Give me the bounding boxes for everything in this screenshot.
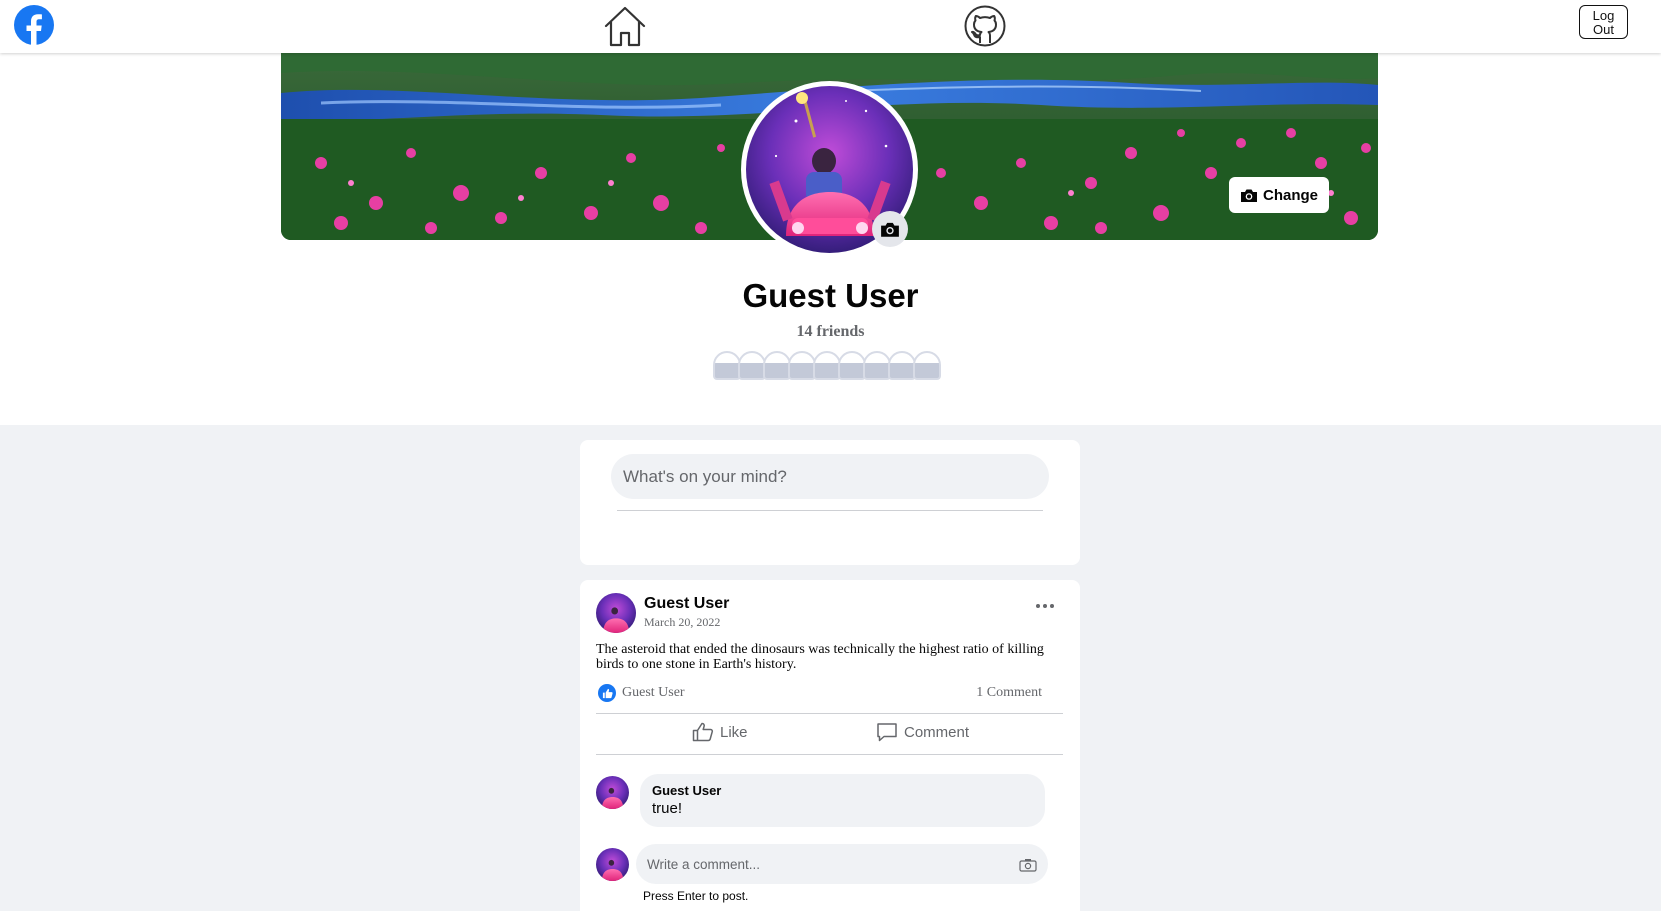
like-button[interactable]: Like (692, 722, 748, 742)
friend-avatar[interactable] (788, 351, 816, 380)
profile-name: Guest User (742, 277, 919, 314)
like-summary[interactable]: Guest User (598, 684, 685, 702)
friend-avatar[interactable] (888, 351, 916, 380)
logout-button[interactable]: Log Out (1579, 5, 1628, 39)
friend-avatar[interactable] (863, 351, 891, 380)
liked-by-text: Guest User (622, 685, 685, 700)
post-date: March 20, 2022 (644, 615, 721, 629)
logout-label-line1: Log (1592, 8, 1615, 23)
avatar-camera-button[interactable] (872, 211, 908, 247)
comment-text: true! (652, 800, 683, 817)
thumbs-up-icon (692, 722, 714, 742)
facebook-logo-icon[interactable] (13, 4, 55, 46)
friend-avatar[interactable] (763, 351, 791, 380)
comment-icon (877, 723, 897, 742)
current-user-avatar[interactable] (596, 848, 629, 881)
composer-divider (617, 510, 1043, 511)
composer-input[interactable] (611, 454, 1049, 499)
post-text: The asteroid that ended the dinosaurs wa… (596, 642, 1044, 672)
post-card: Guest User March 20, 2022 The asteroid t… (580, 580, 1080, 911)
comment-bubble: Guest User true! (640, 774, 1045, 827)
post-action-bar: Like Comment (596, 713, 1063, 755)
write-comment-input[interactable] (636, 844, 1048, 884)
github-icon[interactable] (963, 4, 1007, 48)
comment-label: Comment (904, 723, 970, 741)
home-icon[interactable] (602, 4, 648, 48)
friend-avatar[interactable] (838, 351, 866, 380)
friends-count[interactable]: 14 friends (0, 323, 1661, 341)
change-cover-button[interactable]: Change (1229, 177, 1329, 213)
like-label: Like (720, 723, 748, 741)
friend-avatar[interactable] (913, 351, 941, 380)
logout-label-line2: Out (1593, 22, 1614, 37)
camera-icon (881, 222, 899, 237)
more-dots-icon[interactable] (1030, 598, 1060, 614)
post-author-name[interactable]: Guest User (644, 595, 729, 613)
comment-button[interactable]: Comment (876, 722, 969, 742)
comment-count[interactable]: 1 Comment (976, 685, 1042, 701)
comment-author-avatar[interactable] (596, 776, 629, 809)
friend-avatar[interactable] (738, 351, 766, 380)
friend-avatar[interactable] (713, 351, 741, 380)
press-enter-hint: Press Enter to post. (643, 889, 749, 903)
comment-author-name[interactable]: Guest User (652, 783, 1045, 798)
camera-icon (1240, 189, 1257, 202)
post-composer (580, 440, 1080, 565)
top-navbar: Log Out (0, 0, 1661, 53)
attach-photo-icon[interactable] (1019, 858, 1037, 872)
friend-avatar[interactable] (813, 351, 841, 380)
like-badge-icon (598, 684, 616, 702)
profile-header: Change Guest User 14 friends (0, 53, 1661, 425)
friends-avatar-row (713, 351, 948, 381)
post-author-avatar[interactable] (596, 593, 636, 633)
change-cover-label: Change (1262, 186, 1318, 204)
